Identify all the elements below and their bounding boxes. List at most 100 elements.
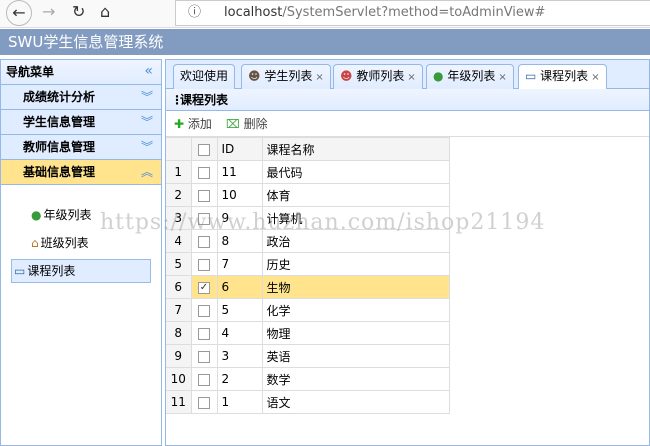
table-row[interactable]: 4 8 政治: [166, 229, 450, 253]
row-checkbox[interactable]: [191, 183, 218, 207]
url-bar[interactable]: ⓘ localhost/SystemServlet?method=toAdminV…: [175, 0, 650, 26]
panel-title: ⋮ 课程列表: [166, 89, 649, 111]
row-checkbox[interactable]: [191, 344, 218, 368]
sidebar-item-grade-list[interactable]: ● 年级列表: [11, 203, 151, 227]
row-checkbox[interactable]: [191, 321, 218, 345]
course-name: 英语: [262, 344, 450, 368]
forward-button[interactable]: →: [42, 2, 55, 21]
section-label: 教师信息管理: [23, 140, 96, 154]
table-row[interactable]: 2 10 体育: [166, 183, 450, 207]
tab-grade-list[interactable]: ● 年级列表 ×: [426, 64, 514, 89]
row-checkbox[interactable]: [191, 367, 218, 391]
main-panel: 欢迎使用 ☻ 学生列表 × ☻ 教师列表 × ● 年级列表 × ▭ 课程列表 × ⋮ 课程…: [165, 59, 650, 446]
book-icon: ▭: [14, 264, 26, 278]
chevron-down-icon: ︾: [140, 90, 153, 104]
close-icon[interactable]: ×: [407, 72, 415, 83]
house-icon: ⌂: [31, 236, 39, 250]
sidebar-title: 导航菜单 «: [1, 60, 161, 85]
course-id: 10: [217, 183, 263, 207]
row-number: 9: [166, 344, 192, 368]
course-id: 2: [217, 367, 263, 391]
delete-icon: ⌧: [225, 117, 240, 131]
tab-label: 欢迎使用: [180, 69, 229, 83]
row-checkbox[interactable]: [191, 229, 218, 253]
toolbar: ✚ 添加 ⌧ 删除: [166, 111, 649, 137]
tab-label: 教师列表: [356, 69, 405, 83]
tab-course-list[interactable]: ▭ 课程列表 ×: [518, 64, 607, 90]
table-row[interactable]: 11 1 语文: [166, 390, 450, 414]
row-checkbox[interactable]: [191, 206, 218, 230]
course-id: 7: [217, 252, 263, 276]
row-checkbox[interactable]: [191, 252, 218, 276]
sidebar: 导航菜单 « 成绩统计分析 ︾ 学生信息管理 ︾ 教师信息管理 ︾ 基础信息管理 ︽ ● 年…: [0, 59, 162, 446]
row-checkbox[interactable]: [191, 160, 218, 184]
tab-label: 年级列表: [447, 69, 496, 83]
row-number: 5: [166, 252, 192, 276]
collapse-icon[interactable]: «: [144, 59, 153, 84]
reload-button[interactable]: ↻: [72, 2, 85, 21]
section-student-mgmt[interactable]: 学生信息管理 ︾: [1, 110, 161, 135]
url-path: /SystemServlet?method=toAdminView#: [282, 5, 546, 20]
row-number: 11: [166, 390, 192, 414]
tab-welcome[interactable]: 欢迎使用: [173, 64, 236, 89]
course-name: 化学: [262, 298, 450, 322]
tab-student-list[interactable]: ☻ 学生列表 ×: [241, 64, 331, 89]
globe-icon: ●: [31, 208, 42, 222]
tab-label: 课程列表: [540, 69, 589, 83]
course-name: 数学: [262, 367, 450, 391]
rownum-header: [166, 137, 192, 161]
course-id: 11: [217, 160, 263, 184]
table-row[interactable]: 8 4 物理: [166, 321, 450, 345]
home-button[interactable]: ⌂: [100, 2, 110, 21]
section-basic-info[interactable]: 基础信息管理 ︽: [1, 160, 161, 185]
row-number: 7: [166, 298, 192, 322]
row-number: 3: [166, 206, 192, 230]
course-name: 体育: [262, 183, 450, 207]
table-row[interactable]: 10 2 数学: [166, 367, 450, 391]
plus-icon: ✚: [174, 117, 185, 131]
table-row[interactable]: 9 3 英语: [166, 344, 450, 368]
chevron-down-icon: ︾: [140, 115, 153, 129]
table-row[interactable]: 6 ✓ 6 生物: [166, 275, 450, 299]
section-label: 成绩统计分析: [23, 90, 96, 104]
sidebar-item-class-list[interactable]: ⌂ 班级列表: [11, 231, 151, 255]
chevron-up-icon: ︽: [140, 165, 153, 179]
close-icon[interactable]: ×: [591, 72, 599, 83]
course-name: 历史: [262, 252, 450, 276]
table-row[interactable]: 3 9 计算机: [166, 206, 450, 230]
row-number: 10: [166, 367, 192, 391]
name-header[interactable]: 课程名称: [262, 137, 450, 161]
table-row[interactable]: 7 5 化学: [166, 298, 450, 322]
course-name: 物理: [262, 321, 450, 345]
section-grade-analysis[interactable]: 成绩统计分析 ︾: [1, 85, 161, 110]
section-label: 学生信息管理: [23, 115, 96, 129]
row-number: 1: [166, 160, 192, 184]
row-checkbox[interactable]: ✓: [191, 275, 218, 299]
table-row[interactable]: 5 7 历史: [166, 252, 450, 276]
globe-icon: ●: [433, 69, 444, 83]
add-button[interactable]: ✚ 添加: [174, 111, 212, 136]
table-header: ID 课程名称: [166, 137, 450, 161]
section-teacher-mgmt[interactable]: 教师信息管理 ︾: [1, 135, 161, 160]
row-number: 6: [166, 275, 192, 299]
close-icon[interactable]: ×: [315, 72, 323, 83]
item-label: 班级列表: [40, 236, 89, 250]
close-icon[interactable]: ×: [498, 72, 506, 83]
back-button[interactable]: ←: [6, 0, 32, 26]
course-id: 3: [217, 344, 263, 368]
course-id: 6: [217, 275, 263, 299]
select-all-checkbox[interactable]: [191, 137, 218, 161]
sidebar-item-course-list[interactable]: ▭ 课程列表: [11, 259, 151, 283]
row-checkbox[interactable]: [191, 390, 218, 414]
tab-label: 学生列表: [264, 69, 313, 83]
item-label: 课程列表: [27, 264, 76, 278]
course-id: 8: [217, 229, 263, 253]
delete-label: 删除: [243, 117, 268, 131]
id-header[interactable]: ID: [217, 137, 263, 161]
tab-teacher-list[interactable]: ☻ 教师列表 ×: [333, 64, 423, 89]
row-checkbox[interactable]: [191, 298, 218, 322]
course-name: 计算机: [262, 206, 450, 230]
tab-bar: 欢迎使用 ☻ 学生列表 × ☻ 教师列表 × ● 年级列表 × ▭ 课程列表 ×: [166, 60, 649, 90]
delete-button[interactable]: ⌧ 删除: [226, 111, 268, 136]
table-row[interactable]: 1 11 最代码: [166, 160, 450, 184]
